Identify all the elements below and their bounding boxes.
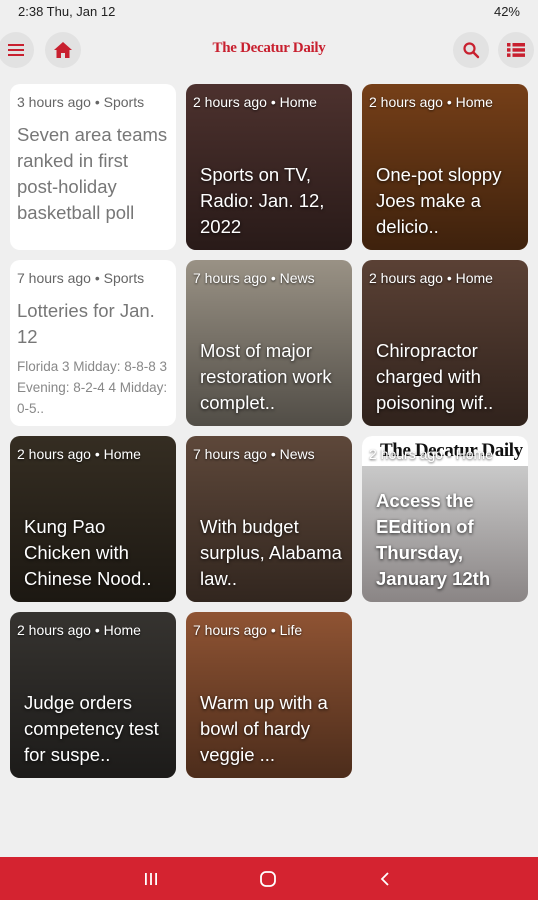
home-circle-icon xyxy=(260,871,276,887)
search-icon xyxy=(463,42,480,59)
article-title: Kung Pao Chicken with Chinese Nood.. xyxy=(24,516,152,589)
app-bar: The Decatur Daily xyxy=(0,24,538,76)
system-nav-bar xyxy=(0,857,538,900)
article-meta: 2 hours ago • Home xyxy=(17,446,141,462)
article-excerpt: Florida 3 Midday: 8-8-8 3 Evening: 8-2-4… xyxy=(17,359,168,416)
article-title: Chiropractor charged with poisoning wif.… xyxy=(376,340,494,413)
recent-apps-icon xyxy=(145,873,157,885)
article-card[interactable]: 3 hours ago • Sports Seven area teams ra… xyxy=(10,84,176,250)
article-meta: 3 hours ago • Sports xyxy=(17,94,145,110)
article-card[interactable]: The Decatur Daily 2 hours ago • Home Acc… xyxy=(362,436,528,602)
back-button[interactable] xyxy=(370,867,400,891)
article-title: Warm up with a bowl of hardy veggie ... xyxy=(200,692,328,765)
article-card[interactable]: 2 hours ago • Home Judge orders competen… xyxy=(10,612,176,778)
article-title: With budget surplus, Alabama law.. xyxy=(200,516,342,589)
sections-button[interactable] xyxy=(498,32,534,68)
back-icon xyxy=(380,872,389,886)
status-battery: 42% xyxy=(493,4,520,19)
search-button[interactable] xyxy=(453,32,489,68)
article-meta: 7 hours ago • Sports xyxy=(17,270,145,286)
recent-apps-button[interactable] xyxy=(136,867,166,891)
article-card[interactable]: 2 hours ago • Home Chiropractor charged … xyxy=(362,260,528,426)
status-bar: 2:38 Thu, Jan 12 42% xyxy=(0,0,538,24)
article-title: Access the EEdition of Thursday, January… xyxy=(376,490,491,589)
article-card[interactable]: 2 hours ago • Home Kung Pao Chicken with… xyxy=(10,436,176,602)
article-title: Most of major restoration work complet.. xyxy=(200,340,332,413)
article-title: Seven area teams ranked in first post-ho… xyxy=(17,124,168,223)
article-meta: 2 hours ago • Home xyxy=(193,94,317,110)
article-card[interactable]: 7 hours ago • Life Warm up with a bowl o… xyxy=(186,612,352,778)
article-meta: 7 hours ago • News xyxy=(193,446,315,462)
list-icon xyxy=(507,43,525,57)
article-title: Lotteries for Jan. 12 xyxy=(17,300,155,347)
article-meta: 2 hours ago • Home xyxy=(369,446,493,462)
home-nav-button[interactable] xyxy=(253,867,283,891)
article-card[interactable]: 7 hours ago • News With budget surplus, … xyxy=(186,436,352,602)
article-meta: 2 hours ago • Home xyxy=(17,622,141,638)
status-time-date: 2:38 Thu, Jan 12 xyxy=(18,4,116,19)
article-meta: 7 hours ago • News xyxy=(193,270,315,286)
article-meta: 7 hours ago • Life xyxy=(193,622,303,638)
article-title: Sports on TV, Radio: Jan. 12, 2022 xyxy=(200,164,325,237)
article-card[interactable]: 2 hours ago • Home Sports on TV, Radio: … xyxy=(186,84,352,250)
article-card[interactable]: 2 hours ago • Home One-pot sloppy Joes m… xyxy=(362,84,528,250)
article-card[interactable]: 7 hours ago • News Most of major restora… xyxy=(186,260,352,426)
article-meta: 2 hours ago • Home xyxy=(369,94,493,110)
article-title: Judge orders competency test for suspe.. xyxy=(24,692,159,765)
article-meta: 2 hours ago • Home xyxy=(369,270,493,286)
article-card[interactable]: 7 hours ago • Sports Lotteries for Jan. … xyxy=(10,260,176,426)
article-title: One-pot sloppy Joes make a delicio.. xyxy=(376,164,502,237)
